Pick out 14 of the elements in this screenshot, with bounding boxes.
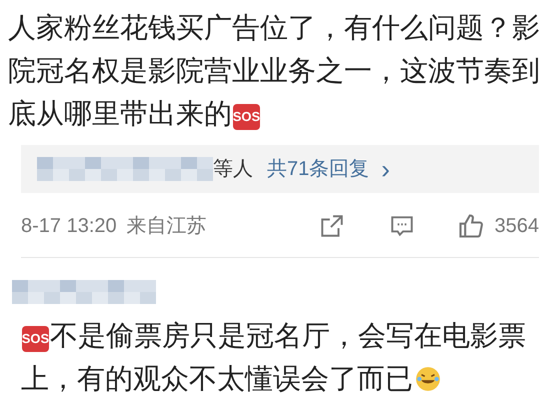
comment-text: 人家粉丝花钱买广告位了，有什么问题？影院冠名权是影院营业业务之一，这波节奏到底从哪里带出来的 SOS: [8, 11, 541, 132]
comment-time: 8-17 13:20: [21, 214, 117, 239]
comment-text: SOS不是偷票房只是冠名厅，会写在电影票上，有的观众不太懂误会了而已: [21, 319, 527, 396]
replies-link[interactable]: 共71条回复: [267, 154, 370, 184]
like-count: 3564: [494, 214, 539, 239]
laughing-emoji-icon: [415, 366, 441, 392]
like-icon[interactable]: [456, 212, 484, 240]
comment-location: 来自江苏: [126, 214, 207, 239]
chevron-icon: ›: [381, 156, 390, 182]
replies-suffix: 等人: [213, 157, 253, 182]
sos-emoji: SOS: [22, 326, 49, 352]
sos-emoji: SOS: [233, 104, 260, 130]
replies-panel[interactable]: 等人 共71条回复 ›: [21, 145, 539, 193]
share-icon[interactable]: [318, 213, 344, 239]
